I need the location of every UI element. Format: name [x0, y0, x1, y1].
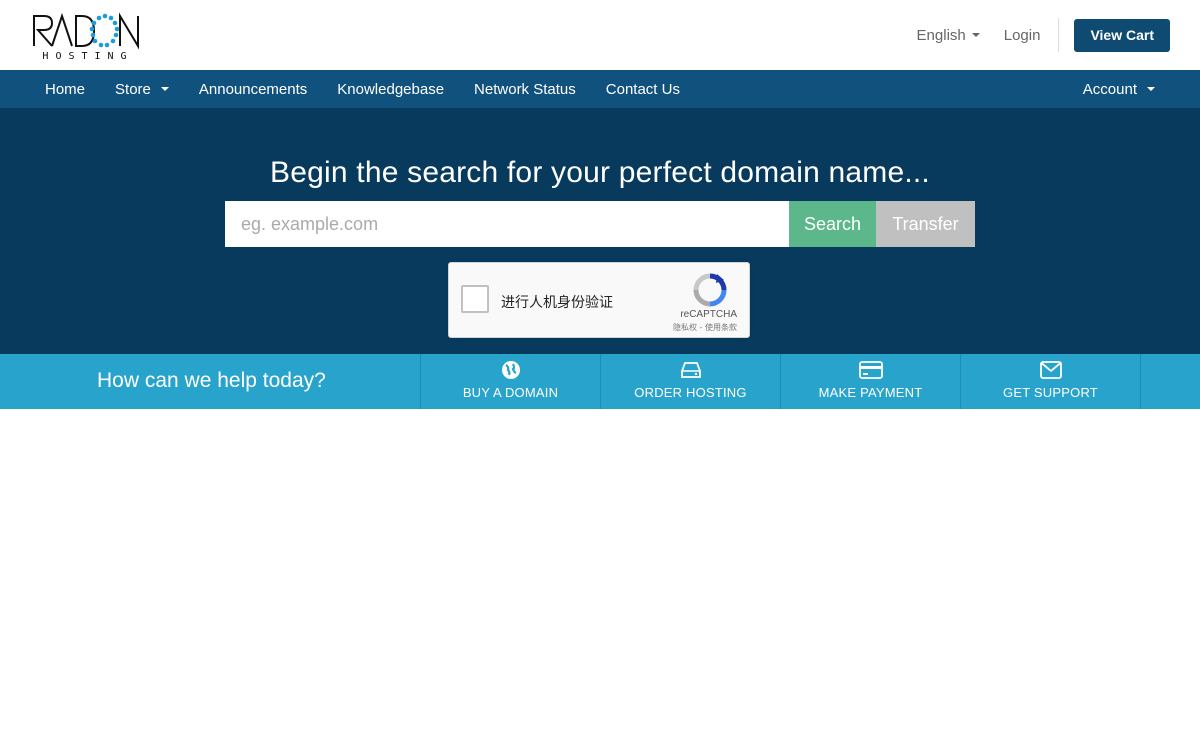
recaptcha-brand: reCAPTCHA [680, 309, 737, 320]
header-divider [1058, 18, 1060, 52]
header-actions: English Login View Cart [917, 18, 1170, 52]
help-shortcut-list: BUY A DOMAIN ORDER HOSTING MAKE PAYMENT … [420, 354, 1141, 409]
recaptcha-label: 进行人机身份验证 [501, 295, 613, 311]
make-payment-shortcut[interactable]: MAKE PAYMENT [781, 354, 961, 409]
credit-card-icon [858, 360, 883, 380]
domain-search-input[interactable] [225, 201, 789, 247]
globe-icon [501, 360, 521, 380]
nav-item-label: Account [1082, 80, 1137, 98]
nav-item-label: Home [45, 80, 86, 98]
recaptcha-checkbox[interactable] [461, 285, 489, 313]
help-title: How can we help today? [97, 369, 326, 392]
nav-item-home[interactable]: Home [30, 70, 100, 108]
language-label: English [916, 26, 966, 44]
transfer-button[interactable]: Transfer [876, 201, 975, 247]
shortcut-label: ORDER HOSTING [634, 385, 747, 400]
recaptcha-widget: 进行人机身份验证 reCAPTCHA 隐私权 - 使用条款 [448, 262, 750, 338]
shortcut-label: BUY A DOMAIN [462, 385, 559, 400]
nav-item-announcements[interactable]: Announcements [184, 70, 322, 108]
view-cart-button[interactable]: View Cart [1074, 18, 1170, 52]
nav-item-knowledgebase[interactable]: Knowledgebase [322, 70, 459, 108]
search-button[interactable]: Search [789, 201, 876, 247]
chevron-down-icon [971, 33, 980, 37]
domain-search-hero: Begin the search for your perfect domain… [0, 108, 1200, 354]
nav-item-label: Store [115, 80, 151, 98]
hero-title: Begin the search for your perfect domain… [270, 156, 930, 189]
nav-item-label: Knowledgebase [337, 80, 445, 98]
nav-item-label: Contact Us [605, 80, 680, 98]
recaptcha-logo-icon [693, 273, 727, 307]
language-selector[interactable]: English [917, 27, 980, 44]
shortcut-label: MAKE PAYMENT [818, 385, 923, 400]
nav-item-label: Announcements [198, 80, 308, 98]
nav-item-network-status[interactable]: Network Status [459, 70, 591, 108]
get-support-shortcut[interactable]: GET SUPPORT [961, 354, 1141, 409]
main-navigation: Home Store Announcements Knowledgebase N… [0, 70, 1200, 108]
login-link[interactable]: Login [1004, 27, 1041, 44]
nav-item-store[interactable]: Store [100, 70, 184, 108]
top-header: HOSTING English Login View Cart [0, 0, 1200, 70]
envelope-icon [1039, 360, 1062, 380]
help-shortcuts-bar: How can we help today? BUY A DOMAIN ORDE… [0, 354, 1200, 409]
chevron-down-icon [1147, 87, 1155, 91]
domain-search-form: Search Transfer [225, 201, 975, 247]
buy-domain-shortcut[interactable]: BUY A DOMAIN [421, 354, 601, 409]
chevron-down-icon [160, 87, 169, 91]
nav-item-label: Network Status [474, 80, 576, 98]
order-hosting-shortcut[interactable]: ORDER HOSTING [601, 354, 781, 409]
recaptcha-terms-link[interactable]: 隐私权 - 使用条款 [673, 322, 737, 333]
shortcut-label: GET SUPPORT [1003, 385, 1098, 400]
nav-item-contact-us[interactable]: Contact Us [591, 70, 695, 108]
server-icon [680, 360, 701, 380]
nav-item-account[interactable]: Account [1068, 70, 1170, 108]
radon-hosting-logo[interactable]: HOSTING [32, 10, 144, 62]
logo-subtext: HOSTING [42, 51, 133, 62]
